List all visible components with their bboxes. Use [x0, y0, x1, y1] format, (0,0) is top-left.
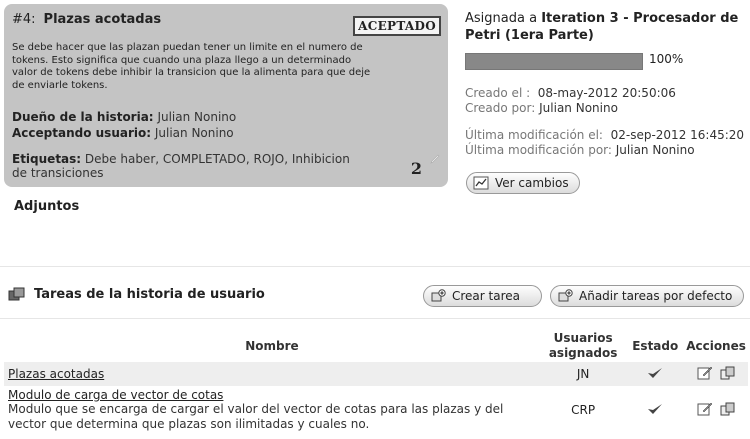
assigned-iteration: Asignada a Iteration 3 - Procesador de P… [465, 10, 750, 44]
attachments-title: Adjuntos [14, 199, 80, 214]
divider [0, 266, 750, 267]
story-card: #4: Plazas acotadas ACEPTADO Se debe hace… [4, 4, 448, 187]
checkmark-icon [648, 367, 663, 378]
tags-label: Etiquetas: [12, 152, 82, 166]
status-badge: ACEPTADO [353, 16, 441, 36]
tags-line: Etiquetas: Debe haber, COMPLETADO, ROJO,… [12, 152, 362, 180]
assigned-prefix: Asignada a [465, 11, 538, 26]
delete-icon[interactable] [719, 365, 735, 380]
created-at-label: Creado el : [465, 86, 531, 100]
story-description: Se debe hacer que las plazan puedan tene… [12, 42, 371, 91]
table-row: Modulo de carga de vector de cotas Modul… [4, 386, 748, 434]
accepting-value: Julian Nonino [154, 126, 234, 140]
story-title: #4: Plazas acotadas [12, 12, 161, 27]
divider [0, 318, 750, 319]
modified-by-label: Última modificación por: [465, 143, 612, 157]
tasks-title: Tareas de la historia de usuario [34, 286, 265, 302]
tasks-icon [8, 287, 25, 301]
task-state [626, 386, 684, 434]
progress-percent: 100% [649, 52, 684, 66]
col-state[interactable]: Estado [626, 330, 684, 362]
tasks-table: Nombre Usuarios asignados Estado Accione… [4, 330, 748, 434]
created-by-line: Creado por: Julian Nonino [465, 101, 618, 115]
edit-icon[interactable] [697, 401, 713, 416]
task-name-link[interactable]: Plazas acotadas [8, 367, 104, 381]
changes-icon [473, 176, 489, 190]
modified-by-value: Julian Nonino [615, 143, 695, 157]
task-actions [684, 386, 748, 434]
create-task-button[interactable]: Crear tarea [423, 285, 542, 307]
task-state [626, 362, 685, 386]
owner-line: Dueño de la historia: Julian Nonino [12, 110, 236, 124]
story-number: #4: [12, 12, 36, 27]
checkmark-icon [648, 403, 663, 414]
tasks-header: Tareas de la historia de usuario [8, 286, 265, 302]
progress-bar [465, 53, 643, 70]
modified-at-value: 02-sep-2012 16:45:20 [610, 128, 745, 142]
created-at-value: 08-may-2012 20:50:06 [537, 86, 676, 100]
task-users: CRP [571, 403, 596, 417]
view-changes-button[interactable]: Ver cambios [466, 172, 580, 194]
col-users[interactable]: Usuarios asignados [540, 330, 627, 362]
accepting-label: Acceptando usuario: [12, 126, 152, 140]
add-default-label: Añadir tareas por defecto [579, 289, 733, 303]
table-row: Plazas acotadas JN [4, 362, 748, 386]
owner-value: Julian Nonino [157, 110, 237, 124]
modified-by-line: Última modificación por: Julian Nonino [465, 143, 695, 157]
add-default-tasks-button[interactable]: Añadir tareas por defecto [550, 285, 744, 307]
assignment-panel: Asignada a Iteration 3 - Procesador de P… [465, 10, 750, 157]
delete-icon[interactable] [719, 401, 735, 416]
edit-icon[interactable] [697, 365, 713, 380]
created-at-line: Creado el : 08-may-2012 20:50:06 [465, 86, 676, 100]
owner-label: Dueño de la historia: [12, 110, 154, 124]
add-task-icon [431, 289, 446, 302]
modified-at-line: Última modificación el: 02-sep-2012 16:4… [465, 128, 744, 142]
task-users: JN [539, 362, 627, 386]
task-name-link[interactable]: Modulo de carga de vector de cotas [8, 388, 536, 402]
task-description: Modulo que se encarga de cargar el valor… [8, 402, 504, 431]
col-name[interactable]: Nombre [4, 330, 540, 362]
created-by-label: Creado por: [465, 101, 536, 115]
progress-fill [466, 54, 642, 69]
edit-pencil-icon[interactable] [430, 154, 440, 167]
created-by-value: Julian Nonino [539, 101, 618, 115]
story-name: Plazas acotadas [43, 12, 162, 27]
story-points[interactable]: 2 [411, 159, 422, 178]
col-actions: Acciones [686, 339, 746, 353]
create-task-label: Crear tarea [452, 289, 520, 303]
modified-at-label: Última modificación el: [465, 128, 603, 142]
view-changes-label: Ver cambios [495, 176, 569, 190]
accepting-line: Acceptando usuario: Julian Nonino [12, 126, 234, 140]
task-actions [684, 362, 748, 386]
add-default-icon [558, 289, 573, 302]
